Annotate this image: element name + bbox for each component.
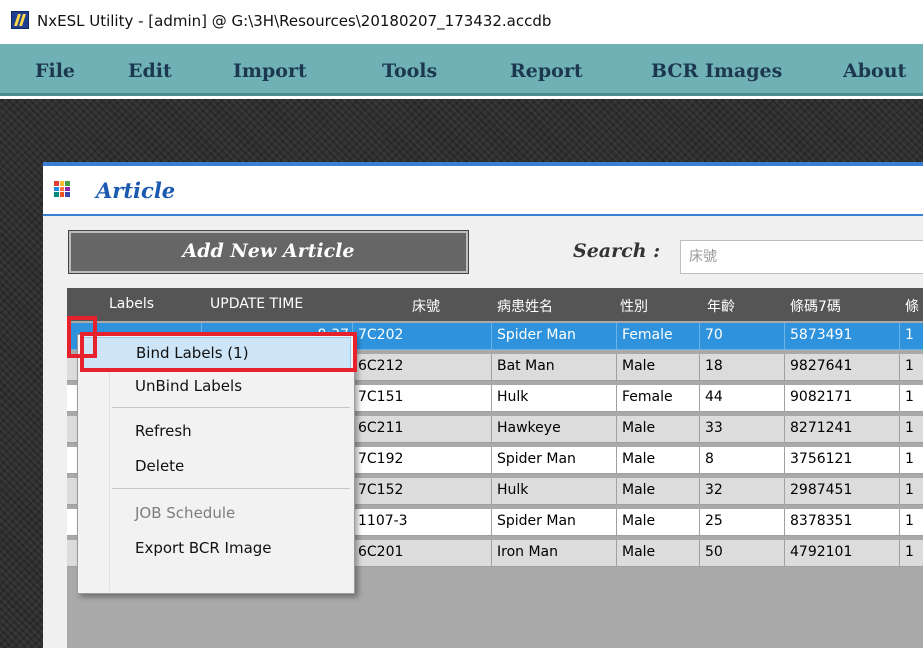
extra-cell: 1 — [900, 323, 923, 350]
column-header[interactable]: 性別 — [620, 296, 648, 316]
menu-about[interactable]: About — [843, 60, 906, 82]
extra-cell: 1 — [900, 478, 923, 505]
bed-cell: 6C211 — [353, 416, 492, 443]
name-cell: Spider Man — [492, 509, 617, 536]
gender-cell: Male — [617, 509, 700, 536]
menu-delete[interactable]: Delete — [81, 451, 351, 483]
age-cell: 8 — [700, 447, 785, 474]
age-cell: 33 — [700, 416, 785, 443]
menu-unbind-labels[interactable]: UnBind Labels — [81, 371, 351, 403]
menu-export-bcr-image[interactable]: Export BCR Image — [81, 533, 351, 565]
age-cell: 25 — [700, 509, 785, 536]
menu-tools[interactable]: Tools — [382, 60, 437, 82]
barcode-cell: 5873491 — [785, 323, 900, 350]
extra-cell: 1 — [900, 385, 923, 412]
extra-cell: 1 — [900, 416, 923, 443]
context-menu: Bind Labels (1) UnBind Labels Refresh De… — [77, 334, 355, 594]
age-cell: 70 — [700, 323, 785, 350]
column-header[interactable]: Labels — [109, 296, 154, 312]
age-cell: 32 — [700, 478, 785, 505]
bed-cell: 6C212 — [353, 354, 492, 381]
column-header[interactable]: UPDATE TIME — [210, 296, 303, 312]
barcode-cell: 4792101 — [785, 540, 900, 567]
bed-cell: 7C202 — [353, 323, 492, 350]
name-cell: Bat Man — [492, 354, 617, 381]
column-header[interactable]: 條碼7碼 — [790, 296, 841, 316]
add-new-article-button[interactable]: Add New Article — [68, 230, 469, 274]
grid-header: Labels UPDATE TIME 床號 病患姓名 性別 年齡 條碼7碼 條 — [67, 288, 923, 321]
column-header[interactable]: 病患姓名 — [497, 296, 553, 316]
name-cell: Hulk — [492, 385, 617, 412]
bed-cell: 7C192 — [353, 447, 492, 474]
article-titlebar: Article — [43, 166, 923, 216]
name-cell: Iron Man — [492, 540, 617, 567]
gender-cell: Female — [617, 323, 700, 350]
gender-cell: Female — [617, 385, 700, 412]
name-cell: Hulk — [492, 478, 617, 505]
barcode-cell: 8271241 — [785, 416, 900, 443]
name-cell: Spider Man — [492, 447, 617, 474]
extra-cell: 1 — [900, 447, 923, 474]
bed-cell: 1107-3 — [353, 509, 492, 536]
bed-cell: 7C152 — [353, 478, 492, 505]
article-title: Article — [96, 178, 176, 203]
gender-cell: Male — [617, 354, 700, 381]
barcode-cell: 8378351 — [785, 509, 900, 536]
window-title: NxESL Utility - [admin] @ G:\3H\Resource… — [37, 12, 552, 30]
menu-import[interactable]: Import — [233, 60, 307, 82]
barcode-cell: 3756121 — [785, 447, 900, 474]
barcode-cell: 2987451 — [785, 478, 900, 505]
bed-cell: 7C151 — [353, 385, 492, 412]
menu-edit[interactable]: Edit — [128, 60, 172, 82]
age-cell: 50 — [700, 540, 785, 567]
column-header[interactable]: 床號 — [412, 296, 440, 316]
age-cell: 18 — [700, 354, 785, 381]
age-cell: 44 — [700, 385, 785, 412]
menu-report[interactable]: Report — [510, 60, 583, 82]
app-icon — [11, 11, 29, 29]
search-input[interactable] — [680, 240, 923, 274]
extra-cell: 1 — [900, 509, 923, 536]
menu-separator — [112, 488, 350, 489]
menu-bind-labels[interactable]: Bind Labels (1) — [81, 337, 351, 369]
gender-cell: Male — [617, 478, 700, 505]
column-header[interactable]: 年齡 — [707, 296, 735, 316]
menu-bcr-images[interactable]: BCR Images — [651, 60, 782, 82]
menu-file[interactable]: File — [35, 60, 75, 82]
color-grid-icon — [54, 181, 70, 197]
barcode-cell: 9827641 — [785, 354, 900, 381]
menu-bar: File Edit Import Tools Report BCR Images… — [0, 44, 923, 96]
name-cell: Spider Man — [492, 323, 617, 350]
menu-job-schedule: JOB Schedule — [135, 504, 236, 522]
extra-cell: 1 — [900, 540, 923, 567]
search-label: Search : — [573, 240, 661, 262]
barcode-cell: 9082171 — [785, 385, 900, 412]
window-titlebar: NxESL Utility - [admin] @ G:\3H\Resource… — [0, 0, 923, 44]
gender-cell: Male — [617, 416, 700, 443]
name-cell: Hawkeye — [492, 416, 617, 443]
gender-cell: Male — [617, 447, 700, 474]
extra-cell: 1 — [900, 354, 923, 381]
gender-cell: Male — [617, 540, 700, 567]
column-header[interactable]: 條 — [905, 296, 919, 316]
bed-cell: 6C201 — [353, 540, 492, 567]
menu-separator — [112, 407, 350, 408]
menu-refresh[interactable]: Refresh — [81, 416, 351, 448]
